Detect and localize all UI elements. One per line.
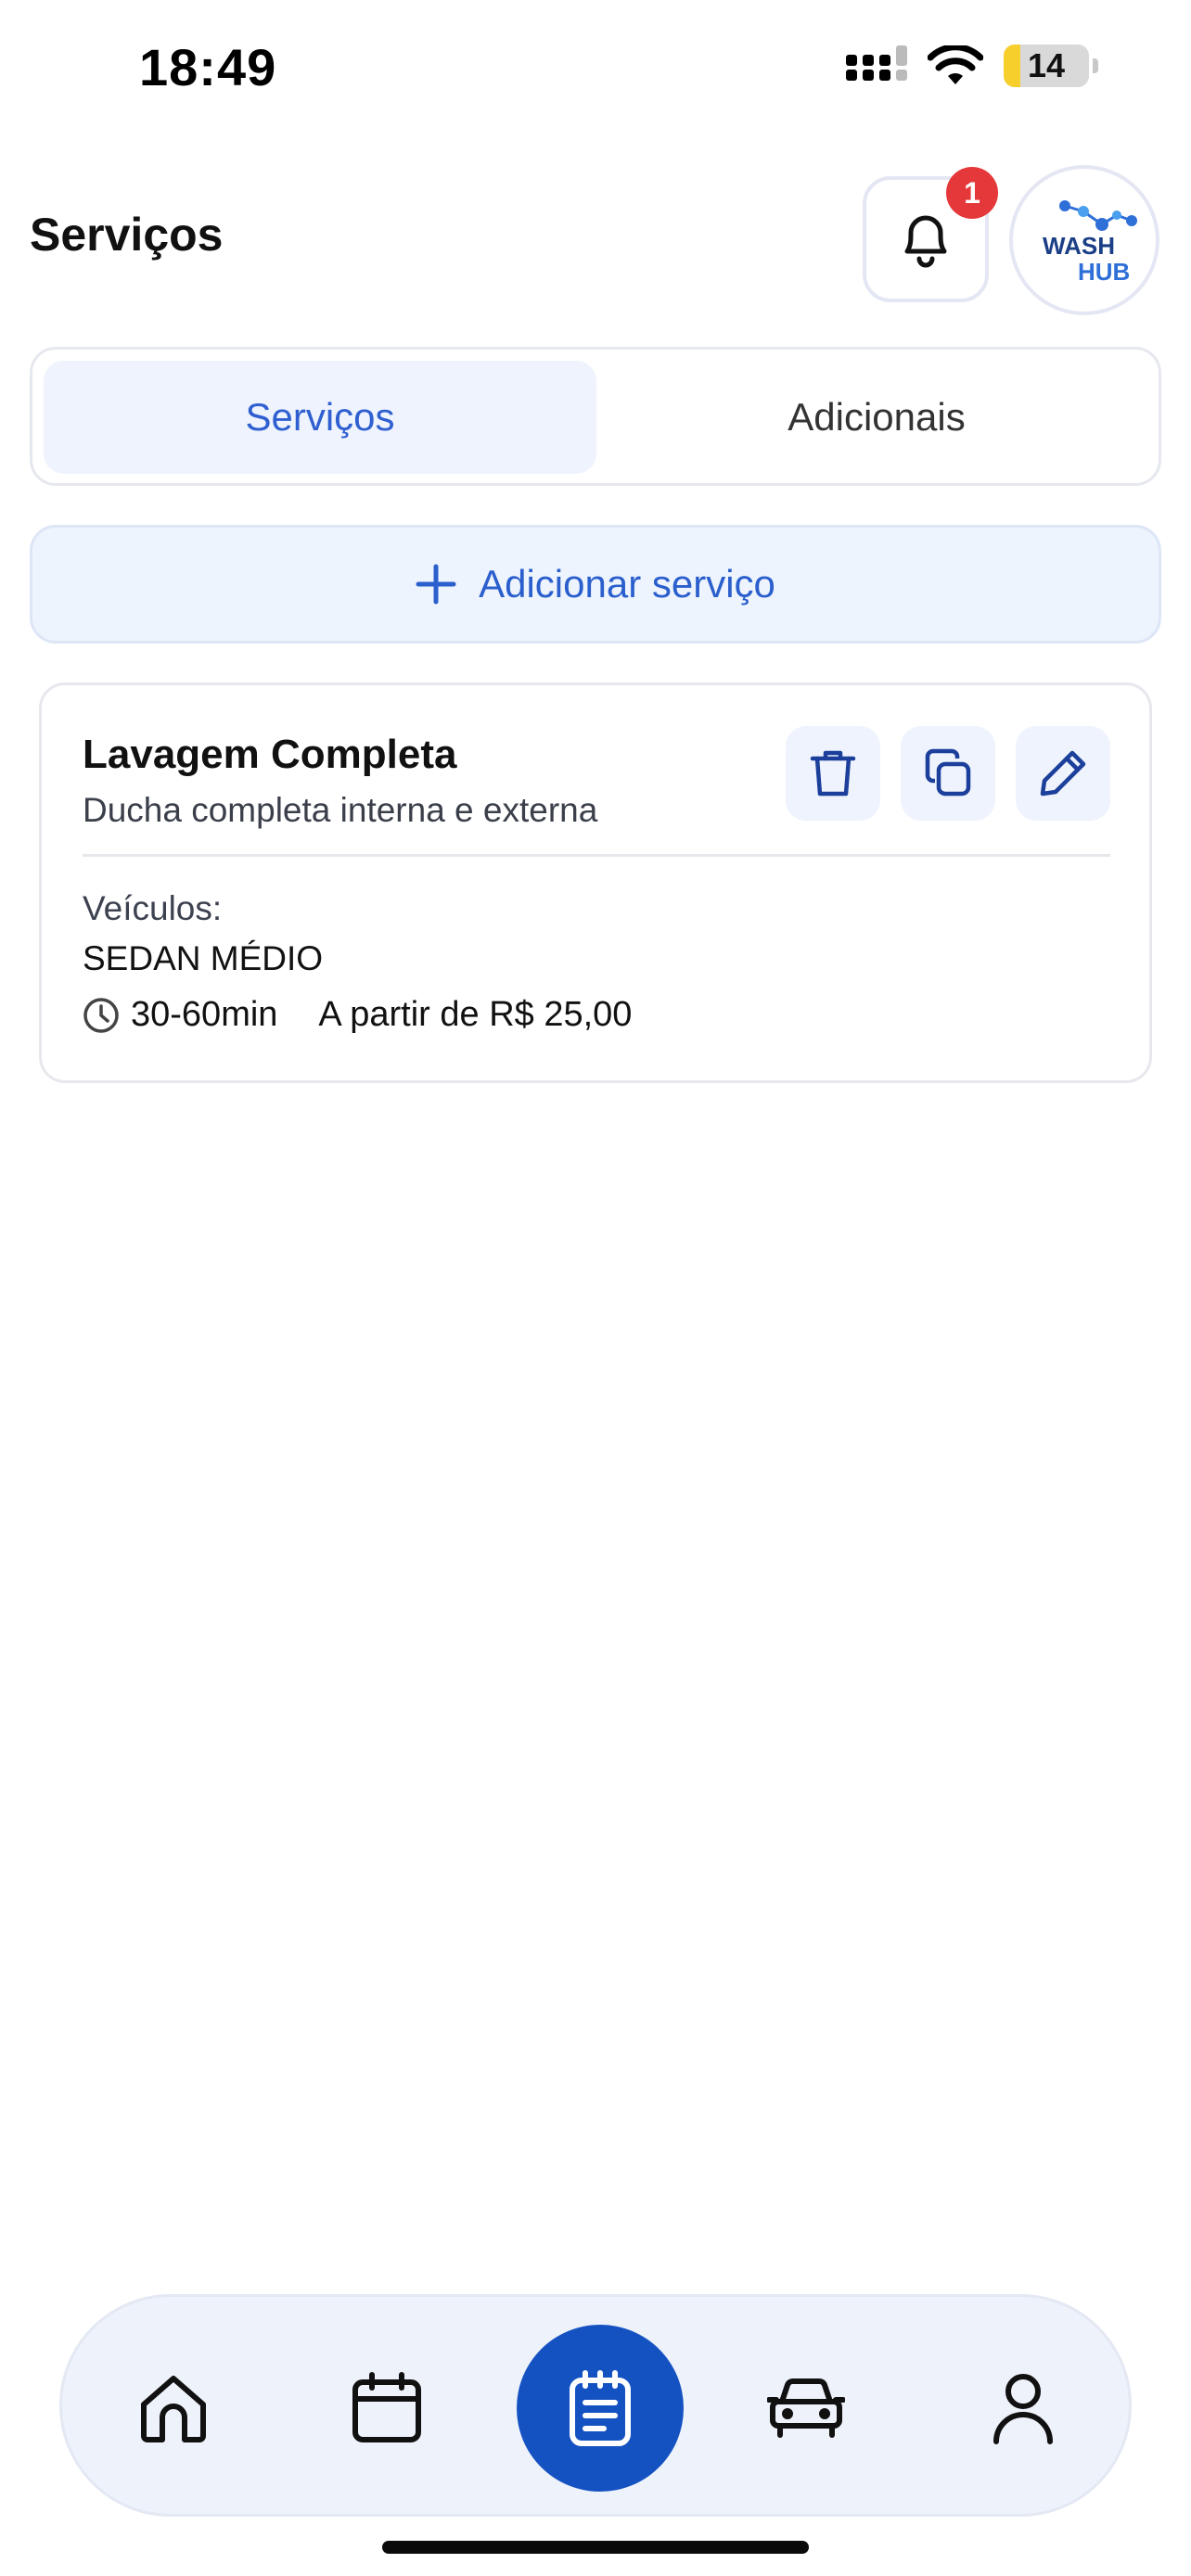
edit-icon — [1040, 750, 1086, 797]
vehicles-label: Veículos: — [83, 889, 223, 927]
card-divider — [83, 854, 1110, 857]
service-title: Lavagem Completa — [83, 732, 457, 777]
notification-badge: 1 — [946, 167, 998, 219]
add-service-label: Adicionar serviço — [479, 562, 775, 606]
battery-level: 14 — [1027, 46, 1066, 84]
wifi-icon — [928, 45, 983, 84]
battery-tip — [1093, 58, 1098, 73]
status-time: 18:49 — [139, 38, 277, 96]
tab-servicos[interactable]: Serviços — [44, 361, 596, 474]
nav-calendar[interactable] — [303, 2297, 470, 2519]
logo-text-wash: WASH — [1043, 232, 1115, 260]
battery-icon: 14 — [1004, 45, 1089, 87]
services-icon — [570, 2370, 631, 2446]
logo-molecule-icon — [1059, 200, 1137, 231]
nav-home[interactable] — [90, 2297, 257, 2519]
tab-adicionais[interactable]: Adicionais — [600, 361, 1153, 474]
clock-icon — [83, 997, 119, 1033]
plus-icon — [416, 564, 456, 605]
status-bar: 18:49 14 — [0, 0, 1191, 139]
car-icon — [767, 2378, 845, 2438]
copy-icon — [925, 748, 971, 797]
service-meta: 30-60min A partir de R$ 25,00 — [83, 995, 632, 1035]
vehicles-value: SEDAN MÉDIO — [83, 939, 324, 977]
delete-service-button[interactable] — [786, 726, 880, 821]
logo-text-hub: HUB — [1078, 258, 1131, 286]
service-actions — [786, 726, 1110, 821]
nav-profile[interactable] — [940, 2297, 1107, 2519]
bottom-navigation — [59, 2294, 1132, 2517]
home-icon — [141, 2376, 206, 2442]
service-card[interactable]: Lavagem Completa Ducha completa interna … — [39, 682, 1152, 1083]
cellular-signal-icon — [846, 45, 907, 81]
nav-services[interactable] — [517, 2325, 684, 2492]
edit-service-button[interactable] — [1016, 726, 1110, 821]
trash-icon — [810, 750, 856, 797]
service-price: A partir de R$ 25,00 — [318, 995, 633, 1034]
bell-icon — [904, 215, 947, 268]
washhub-logo-avatar[interactable]: WASH HUB — [1009, 165, 1159, 315]
home-indicator — [382, 2541, 809, 2554]
calendar-icon — [352, 2372, 421, 2442]
profile-icon — [993, 2374, 1053, 2444]
service-description: Ducha completa interna e externa — [83, 791, 598, 829]
add-service-button[interactable]: Adicionar serviço — [30, 525, 1161, 644]
duplicate-service-button[interactable] — [901, 726, 995, 821]
page-title: Serviços — [30, 209, 224, 261]
segmented-tabs: Serviços Adicionais — [30, 347, 1161, 486]
nav-vehicles[interactable] — [723, 2297, 890, 2519]
status-icons: 14 — [846, 45, 1098, 87]
service-duration: 30-60min — [131, 995, 278, 1034]
